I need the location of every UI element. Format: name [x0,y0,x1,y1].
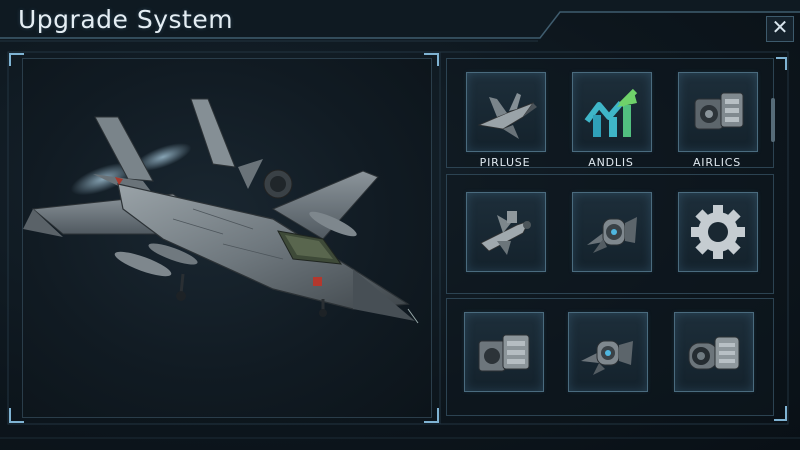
fighter-jet-icon [23,98,419,324]
upgrade-window: Upgrade System ✕ PIRLUSE ANDLIS AIRLICS [0,0,800,450]
upgrade-panel: PIRLUSE ANDLIS AIRLICS [446,58,776,416]
turbine-icon [587,217,637,253]
jet-icon [477,93,537,139]
upgrade-slot-7[interactable] [464,312,544,392]
upgrade-slot-5[interactable] [572,192,652,272]
upgrade-label-2: ANDLIS [588,156,634,169]
upgrade-slot-2[interactable] [572,72,652,152]
growth-arrows-icon [584,88,638,137]
upgrade-slot-3[interactable] [678,72,758,152]
ship-preview [22,58,432,418]
upgrade-label-1: PIRLUSE [479,156,531,169]
upgrade-slot-9[interactable] [674,312,754,392]
engine-block-icon [478,334,530,372]
upgrade-slot-6[interactable] [678,192,758,272]
turbine-icon [581,340,633,375]
thruster-icon [688,336,740,370]
panel-scrollbar[interactable] [771,98,775,142]
missile-icon [480,211,531,255]
upgrade-slot-8[interactable] [568,312,648,392]
gear-icon [691,205,745,259]
upgrade-label-3: AIRLICS [692,156,742,169]
upgrade-slot-1[interactable] [466,72,546,152]
upgrade-slot-4[interactable] [466,192,546,272]
engine-block-icon [694,92,744,130]
